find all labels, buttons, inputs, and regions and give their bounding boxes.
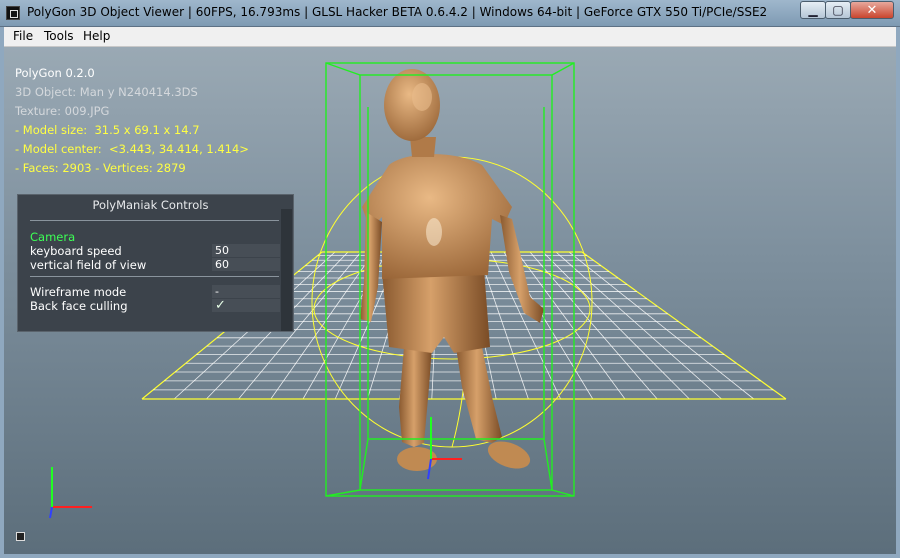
maximize-button[interactable]: ▢ [825, 1, 851, 19]
backface-culling-checkbox[interactable]: ✓ [212, 299, 280, 312]
info-model-size: - Model size: 31.5 x 69.1 x 14.7 [15, 123, 200, 137]
camera-section-label: Camera [30, 230, 76, 244]
app-window: PolyGon 3D Object Viewer | 60FPS, 16.793… [0, 0, 900, 558]
small-square-icon[interactable] [16, 532, 25, 541]
minimize-button[interactable]: ▁ [800, 1, 826, 19]
panel-scrollbar[interactable] [281, 209, 292, 331]
info-app-name: PolyGon 0.2.0 [15, 66, 95, 80]
menu-help[interactable]: Help [83, 29, 110, 43]
window-title: PolyGon 3D Object Viewer | 60FPS, 16.793… [27, 5, 768, 19]
wireframe-toggle[interactable]: - [212, 285, 280, 298]
fov-label: vertical field of view [30, 258, 147, 272]
backface-culling-label: Back face culling [30, 299, 128, 313]
wireframe-label: Wireframe mode [30, 285, 127, 299]
menu-bar: File Tools Help [4, 27, 896, 47]
polymaniak-controls-panel[interactable]: PolyManiak Controls Camera keyboard spee… [17, 194, 294, 332]
3d-viewport[interactable]: PolyGon 0.2.0 3D Object: Man y N240414.3… [4, 47, 896, 554]
close-button[interactable]: ✕ [850, 1, 894, 19]
window-controls: ▁ ▢ ✕ [800, 1, 894, 20]
panel-title: PolyManiak Controls [92, 198, 209, 212]
panel-divider [30, 276, 279, 277]
window-frame-right [896, 27, 900, 558]
panel-divider [30, 220, 279, 221]
info-texture: Texture: 009.JPG [15, 104, 110, 118]
info-model-center: - Model center: <3.443, 34.414, 1.414> [15, 142, 249, 156]
info-object: 3D Object: Man y N240414.3DS [15, 85, 198, 99]
window-frame-bottom [0, 554, 900, 558]
keyboard-speed-label: keyboard speed [30, 244, 122, 258]
menu-file[interactable]: File [13, 29, 33, 43]
keyboard-speed-field[interactable]: 50 [212, 244, 280, 257]
title-bar[interactable]: PolyGon 3D Object Viewer | 60FPS, 16.793… [0, 0, 900, 27]
human-model [360, 69, 544, 471]
axis-gizmo [49, 467, 92, 519]
fov-field[interactable]: 60 [212, 258, 280, 271]
window-frame-left [0, 27, 4, 558]
menu-tools[interactable]: Tools [44, 29, 74, 43]
polygon-app-icon[interactable] [6, 6, 20, 20]
info-faces-vertices: - Faces: 2903 - Vertices: 2879 [15, 161, 186, 175]
